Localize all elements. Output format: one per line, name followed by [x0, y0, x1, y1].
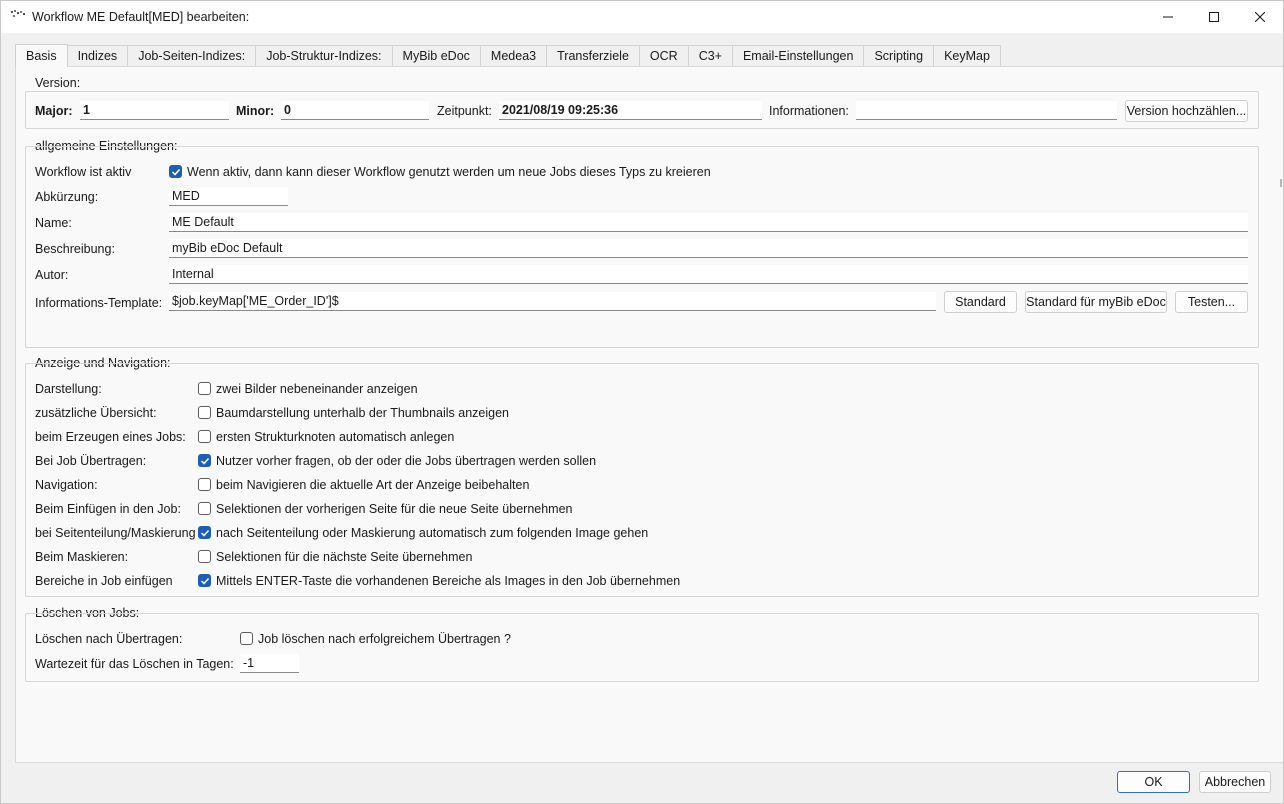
standard-mybib-button[interactable]: Standard für myBib eDoc: [1025, 291, 1167, 313]
tab-job-struktur-indizes[interactable]: Job-Struktur-Indizes:: [256, 45, 393, 66]
major-label: Major:: [35, 104, 73, 118]
description-label: Beschreibung:: [35, 242, 115, 256]
name-label: Name:: [35, 216, 72, 230]
ok-button[interactable]: OK: [1117, 771, 1190, 793]
delete-after-transfer-checkbox[interactable]: [240, 632, 253, 645]
tab-mybib-edoc[interactable]: MyBib eDoc: [392, 45, 481, 66]
workflow-active-text: Wenn aktiv, dann kann dieser Workflow ge…: [187, 165, 711, 179]
tab-c3plus[interactable]: C3+: [688, 45, 733, 66]
zeitpunkt-field[interactable]: 2021/08/19 09:25:36: [499, 101, 762, 120]
app-icon: [11, 10, 25, 17]
display-row-text: zwei Bilder nebeneinander anzeigen: [216, 382, 418, 396]
resize-edge: [1280, 179, 1282, 187]
version-group-title: Version:: [35, 76, 81, 90]
display-row-label: Beim Einfügen in den Job:: [35, 502, 181, 516]
minimize-icon: [1163, 16, 1173, 18]
minor-field[interactable]: 0: [281, 101, 429, 120]
informationen-field[interactable]: [856, 101, 1117, 120]
tab-job-seiten-indizes[interactable]: Job-Seiten-Indizes:: [128, 45, 257, 66]
tab-ocr[interactable]: OCR: [639, 45, 689, 66]
workflow-active-label: Workflow ist aktiv: [35, 165, 132, 179]
display-row-label: Navigation:: [35, 478, 98, 492]
maximize-icon: [1209, 12, 1219, 22]
description-field[interactable]: myBib eDoc Default: [169, 239, 1248, 258]
delete-after-transfer-text: Job löschen nach erfolgreichem Übertrage…: [258, 632, 511, 646]
tab-bar: Basis Indizes Job-Seiten-Indizes: Job-St…: [15, 44, 1001, 67]
display-row-label: zusätzliche Übersicht:: [35, 406, 157, 420]
informationen-label: Informationen:: [769, 104, 849, 118]
mask-selections-checkbox[interactable]: [198, 550, 211, 563]
name-field[interactable]: ME Default: [169, 213, 1248, 232]
template-label: Informations-Template:: [35, 296, 163, 310]
delete-wait-field[interactable]: -1: [240, 654, 299, 673]
display-row-text: Nutzer vorher fragen, ob der oder die Jo…: [216, 454, 597, 468]
cancel-button[interactable]: Abbrechen: [1199, 771, 1271, 793]
two-images-checkbox[interactable]: [198, 382, 211, 395]
display-row-text: Selektionen der vorherigen Seite für die…: [216, 502, 573, 516]
checkmark-icon: [200, 457, 210, 465]
template-field[interactable]: $job.keyMap['ME_Order_ID']$: [169, 292, 936, 311]
display-row-label: beim Erzeugen eines Jobs:: [35, 430, 186, 444]
ask-before-transfer-checkbox[interactable]: [198, 454, 211, 467]
tree-view-checkbox[interactable]: [198, 406, 211, 419]
checkmark-icon: [171, 168, 181, 176]
zeitpunkt-label: Zeitpunkt:: [437, 104, 492, 118]
close-icon: [1255, 12, 1265, 22]
checkmark-icon: [200, 529, 210, 537]
display-row-text: nach Seitenteilung oder Maskierung autom…: [216, 526, 649, 540]
enter-insert-areas-checkbox[interactable]: [198, 574, 211, 587]
display-row-text: Mittels ENTER-Taste die vorhandenen Bere…: [216, 574, 681, 588]
tab-basis[interactable]: Basis: [15, 44, 68, 67]
keep-view-mode-checkbox[interactable]: [198, 478, 211, 491]
window-title: Workflow ME Default[MED] bearbeiten:: [32, 10, 250, 24]
checkmark-icon: [200, 577, 210, 585]
title-bar: Workflow ME Default[MED] bearbeiten:: [1, 1, 1283, 33]
delete-wait-label: Wartezeit für das Löschen in Tagen:: [35, 657, 234, 671]
display-row-text: beim Navigieren die aktuelle Art der Anz…: [216, 478, 530, 492]
delete-after-transfer-label: Löschen nach Übertragen:: [35, 632, 183, 646]
tab-keymap[interactable]: KeyMap: [934, 45, 1001, 66]
tab-medea3[interactable]: Medea3: [480, 45, 548, 66]
standard-button[interactable]: Standard: [944, 291, 1017, 313]
tab-scripting[interactable]: Scripting: [864, 45, 935, 66]
first-structure-node-checkbox[interactable]: [198, 430, 211, 443]
minor-label: Minor:: [236, 104, 275, 118]
author-label: Autor:: [35, 268, 69, 282]
display-row-text: Selektionen für die nächste Seite überne…: [216, 550, 473, 564]
auto-next-image-checkbox[interactable]: [198, 526, 211, 539]
abbreviation-label: Abkürzung:: [35, 190, 99, 204]
minimize-button[interactable]: [1145, 1, 1191, 33]
copy-selections-checkbox[interactable]: [198, 502, 211, 515]
dialog-window: Workflow ME Default[MED] bearbeiten: Bas…: [0, 0, 1284, 804]
version-increment-button[interactable]: Version hochzählen...: [1125, 100, 1248, 122]
display-row-label: Darstellung:: [35, 382, 102, 396]
tab-transferziele[interactable]: Transferziele: [547, 45, 640, 66]
deletion-group: [25, 613, 1259, 682]
display-row-label: Beim Maskieren:: [35, 550, 129, 564]
major-field[interactable]: 1: [80, 101, 229, 120]
close-button[interactable]: [1237, 1, 1283, 33]
display-row-label: Bei Job Übertragen:: [35, 454, 147, 468]
abbreviation-field[interactable]: MED: [169, 187, 288, 206]
workflow-active-checkbox[interactable]: [169, 165, 182, 178]
tab-indizes[interactable]: Indizes: [67, 45, 129, 66]
display-row-label: bei Seitenteilung/Maskierung: [35, 526, 196, 540]
test-button[interactable]: Testen...: [1175, 291, 1248, 313]
display-row-text: Baumdarstellung unterhalb der Thumbnails…: [216, 406, 510, 420]
display-row-text: ersten Strukturknoten automatisch anlege…: [216, 430, 455, 444]
tab-email-einstellungen[interactable]: Email-Einstellungen: [732, 45, 865, 66]
maximize-button[interactable]: [1191, 1, 1237, 33]
author-field[interactable]: Internal: [169, 265, 1248, 284]
display-row-label: Bereiche in Job einfügen: [35, 574, 173, 588]
